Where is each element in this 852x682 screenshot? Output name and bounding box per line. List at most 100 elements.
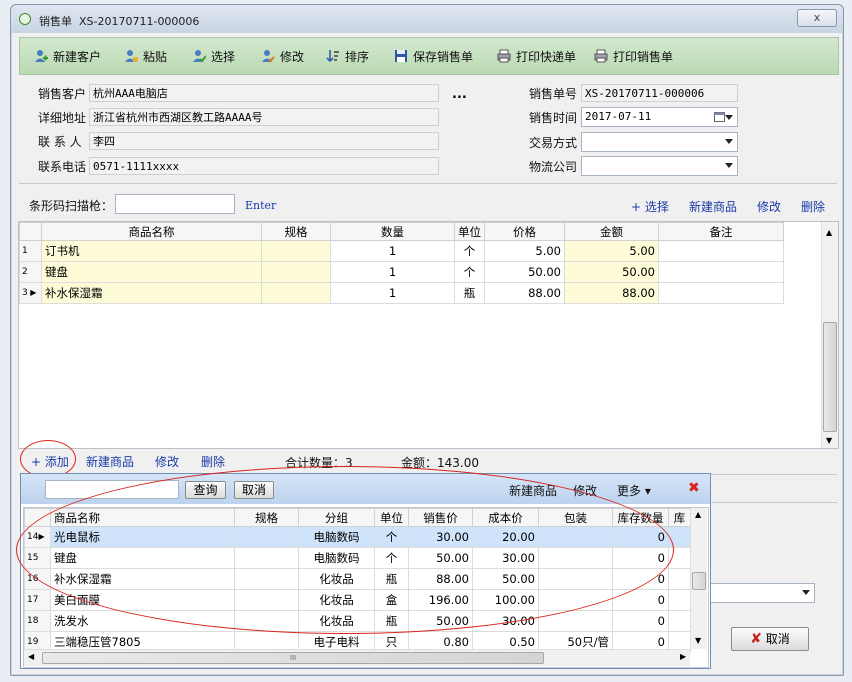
add-item-link[interactable]: + 添加 — [31, 453, 69, 470]
item-price[interactable]: 5.00 — [484, 240, 565, 262]
items-scrollbar[interactable]: ▲ ▼ — [821, 222, 838, 448]
delete-item-link[interactable]: 删除 — [801, 198, 825, 215]
select-label: 选择 — [211, 49, 236, 64]
new-item-link[interactable]: 新建商品 — [689, 198, 737, 215]
item-spec[interactable] — [261, 282, 331, 304]
scrollbar-thumb[interactable] — [692, 572, 706, 590]
close-icon: x — [813, 11, 821, 24]
print-express-button[interactable]: 打印快递单 — [497, 46, 576, 66]
barcode-input[interactable] — [115, 194, 235, 214]
address-label: 详细地址 — [38, 111, 87, 125]
item-name[interactable]: 补水保湿霜 — [41, 282, 262, 304]
annotation-ellipse — [16, 466, 674, 634]
paste-icon — [125, 50, 138, 62]
row-number: 18 — [24, 610, 51, 632]
scroll-right-icon[interactable]: ▶ — [680, 652, 686, 661]
current-row-icon: ▶ — [27, 288, 37, 297]
item-name[interactable]: 订书机 — [41, 240, 262, 262]
item-note[interactable] — [658, 240, 784, 262]
column-header[interactable]: 备注 — [658, 222, 784, 241]
scroll-left-icon[interactable]: ◀ — [28, 652, 34, 661]
select-icon — [193, 50, 206, 63]
select-item-link[interactable]: + 选择 — [631, 198, 669, 215]
item-note[interactable] — [658, 282, 784, 304]
column-header[interactable]: 价格 — [484, 222, 565, 241]
window-title: 销售单 XS-20170711-000006 — [39, 15, 200, 28]
sort-button[interactable]: 排序 — [326, 46, 369, 66]
table-row[interactable]: 2 键盘 1 个 50.00 50.00 — [19, 261, 784, 283]
address-field[interactable]: 浙江省杭州市西湖区教工路AAAA号 — [89, 108, 439, 126]
item-spec[interactable] — [261, 240, 331, 262]
hscroll-thumb[interactable]: III — [42, 652, 544, 664]
print-express-label: 打印快递单 — [516, 49, 577, 64]
contact-field[interactable]: 李四 — [89, 132, 439, 150]
date-picker[interactable]: 2017-07-11 — [581, 107, 738, 127]
chevron-down-icon — [725, 163, 733, 168]
popup-close-icon[interactable]: ✖ — [688, 480, 700, 496]
item-qty[interactable]: 1 — [330, 240, 455, 262]
edit-product-link[interactable]: 修改 — [155, 453, 179, 470]
trade-select[interactable] — [581, 132, 738, 152]
items-header-row: 商品名称 规格 数量 单位 价格 金额 备注 — [19, 222, 784, 241]
scroll-up-icon[interactable]: ▲ — [695, 510, 701, 519]
close-window-button[interactable]: x — [797, 9, 837, 27]
column-header[interactable]: 金额 — [564, 222, 659, 241]
enter-hint: Enter — [245, 199, 277, 212]
edit-customer-button[interactable]: 修改 — [261, 46, 304, 66]
item-price[interactable]: 50.00 — [484, 261, 565, 283]
trade-label: 交易方式 — [529, 136, 578, 150]
new-customer-button[interactable]: 新建客户 — [34, 46, 101, 66]
scroll-down-icon[interactable]: ▼ — [826, 436, 832, 445]
save-icon — [395, 50, 407, 62]
column-header[interactable]: 单位 — [454, 222, 485, 241]
hidden-select[interactable] — [709, 583, 815, 603]
product-scrollbar[interactable]: ▲ ▼ — [690, 508, 707, 649]
scroll-down-icon[interactable]: ▼ — [695, 636, 701, 645]
column-header[interactable]: 规格 — [261, 222, 331, 241]
item-unit: 瓶 — [454, 282, 485, 304]
overflow-cell — [668, 589, 691, 611]
scroll-up-icon[interactable]: ▲ — [826, 228, 832, 237]
order-no-field[interactable]: XS-20170711-000006 — [581, 84, 738, 102]
column-header[interactable]: 商品名称 — [41, 222, 262, 241]
item-qty[interactable]: 1 — [330, 261, 455, 283]
divider — [709, 502, 837, 503]
contact-label: 联 系 人 — [38, 135, 82, 149]
paste-button[interactable]: 粘贴 — [124, 46, 167, 66]
print-order-button[interactable]: 打印销售单 — [594, 46, 673, 66]
save-order-button[interactable]: 保存销售单 — [394, 46, 473, 66]
print-order-label: 打印销售单 — [613, 49, 674, 64]
column-header[interactable]: 库 — [668, 508, 691, 527]
customer-label: 销售客户 — [38, 87, 87, 101]
edit-item-link[interactable]: 修改 — [757, 198, 781, 215]
table-row[interactable]: 1 订书机 1 个 5.00 5.00 — [19, 240, 784, 262]
horizontal-scrollbar[interactable]: ◀ III ▶ — [24, 649, 690, 666]
table-row[interactable]: 3 ▶ 补水保湿霜 1 瓶 88.00 88.00 — [19, 282, 784, 304]
barcode-label: 条形码扫描枪： — [29, 199, 114, 213]
paste-label: 粘贴 — [143, 49, 168, 64]
select-button[interactable]: 选择 — [192, 46, 235, 66]
delete-product-link[interactable]: 删除 — [201, 453, 225, 470]
chevron-down-icon — [725, 139, 733, 144]
product-stock: 0 — [612, 610, 669, 632]
items-grid: 商品名称 规格 数量 单位 价格 金额 备注 1 订书机 1 个 5.00 5.… — [18, 221, 839, 449]
logistics-select[interactable] — [581, 156, 738, 176]
date-value: 2017-07-11 — [585, 110, 652, 123]
item-qty[interactable]: 1 — [330, 282, 455, 304]
cancel-button[interactable]: ✘ 取消 — [731, 627, 809, 651]
item-note[interactable] — [658, 261, 784, 283]
new-product-link[interactable]: 新建商品 — [86, 453, 134, 470]
item-amount: 88.00 — [564, 282, 659, 304]
phone-label: 联系电话 — [38, 160, 87, 174]
item-price[interactable]: 88.00 — [484, 282, 565, 304]
toolbar: 新建客户 粘贴 选择 修改 排序 保存销售单 打印快递单 打印销售单 — [19, 37, 839, 75]
column-header[interactable]: 数量 — [330, 222, 455, 241]
item-spec[interactable] — [261, 261, 331, 283]
scrollbar-thumb[interactable] — [823, 322, 837, 432]
item-name[interactable]: 键盘 — [41, 261, 262, 283]
popup-more-menu[interactable]: 更多 ▾ — [617, 482, 651, 499]
phone-field[interactable]: 0571-1111xxxx — [89, 157, 439, 175]
choose-customer-button[interactable]: ... — [452, 87, 467, 102]
new-customer-icon — [35, 50, 48, 62]
customer-field[interactable]: 杭州AAA电脑店 — [89, 84, 439, 102]
